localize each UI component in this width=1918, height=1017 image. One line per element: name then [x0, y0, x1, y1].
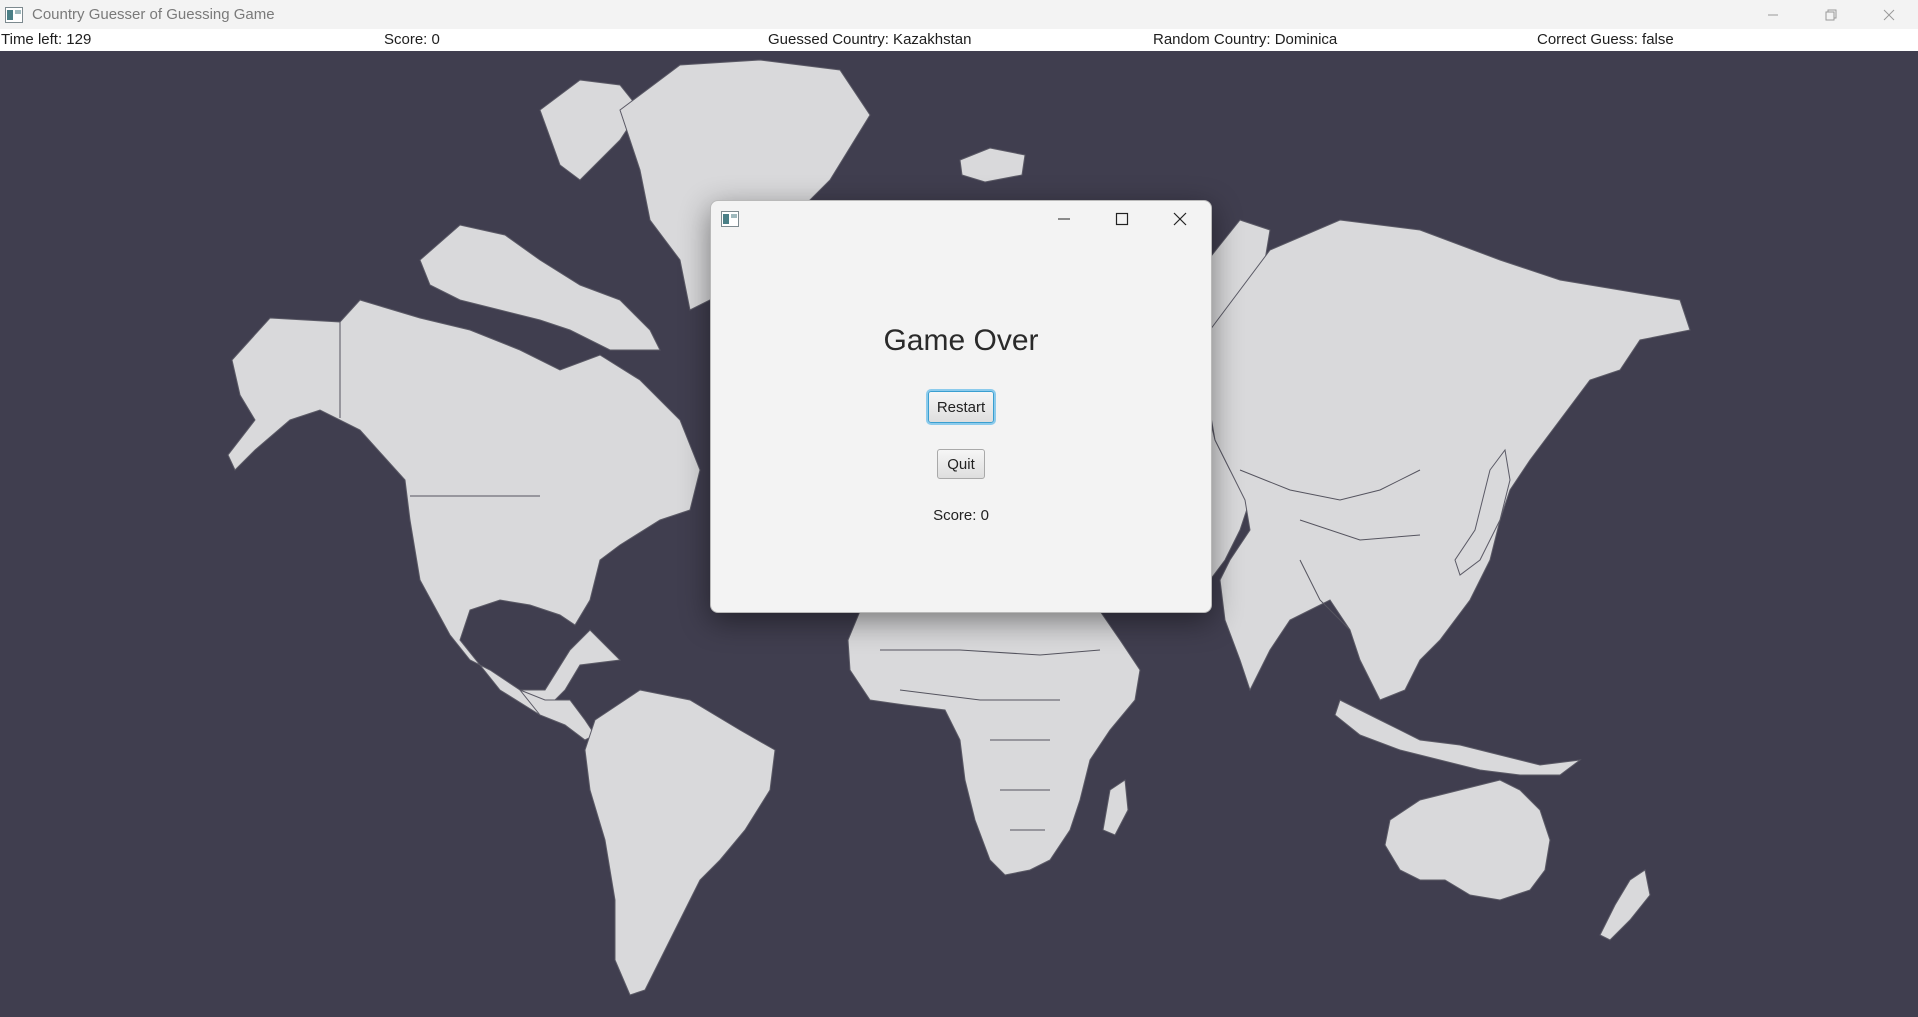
correct-guess-label: Correct Guess: false	[1537, 31, 1674, 48]
random-country-label: Random Country: Dominica	[1153, 31, 1338, 48]
score-label: Score: 0	[384, 31, 440, 48]
final-score-label: Score: 0	[933, 507, 989, 524]
window-close-button[interactable]	[1860, 0, 1918, 29]
restore-icon	[1825, 9, 1837, 20]
guessed-country-label: Guessed Country: Kazakhstan	[768, 31, 972, 48]
game-over-title: Game Over	[883, 324, 1039, 357]
new-zealand-landmass[interactable]	[1599, 869, 1651, 941]
north-america-landmass[interactable]	[227, 299, 701, 716]
java-app-icon	[5, 6, 23, 23]
iceland-landmass[interactable]	[959, 147, 1026, 183]
game-over-dialog[interactable]: Game Over Restart Quit Score: 0	[710, 200, 1212, 613]
window-restore-button[interactable]	[1802, 0, 1860, 29]
south-america-landmass[interactable]	[584, 689, 776, 996]
minimize-icon	[1768, 14, 1778, 15]
dialog-close-button[interactable]	[1151, 201, 1209, 237]
dialog-minimize-button[interactable]	[1035, 201, 1093, 237]
baffin-island[interactable]	[539, 79, 641, 181]
restart-button[interactable]: Restart	[928, 391, 994, 423]
window-titlebar[interactable]: Country Guesser of Guessing Game	[0, 0, 1918, 29]
close-icon	[1883, 9, 1895, 20]
window-title: Country Guesser of Guessing Game	[32, 6, 275, 23]
quit-button[interactable]: Quit	[937, 449, 985, 479]
dialog-maximize-button[interactable]	[1093, 201, 1151, 237]
window-minimize-button[interactable]	[1744, 0, 1802, 29]
maximize-icon	[1115, 212, 1129, 226]
indonesia-islands[interactable]	[1334, 699, 1582, 776]
madagascar-landmass[interactable]	[1102, 779, 1129, 836]
time-left-label: Time left: 129	[1, 31, 92, 48]
asia-landmass[interactable]	[1207, 219, 1691, 701]
close-icon	[1173, 212, 1187, 226]
status-bar: Time left: 129 Score: 0 Guessed Country:…	[0, 29, 1918, 51]
java-app-icon	[721, 211, 739, 227]
minimize-icon	[1058, 218, 1070, 220]
australia-landmass[interactable]	[1384, 779, 1551, 901]
